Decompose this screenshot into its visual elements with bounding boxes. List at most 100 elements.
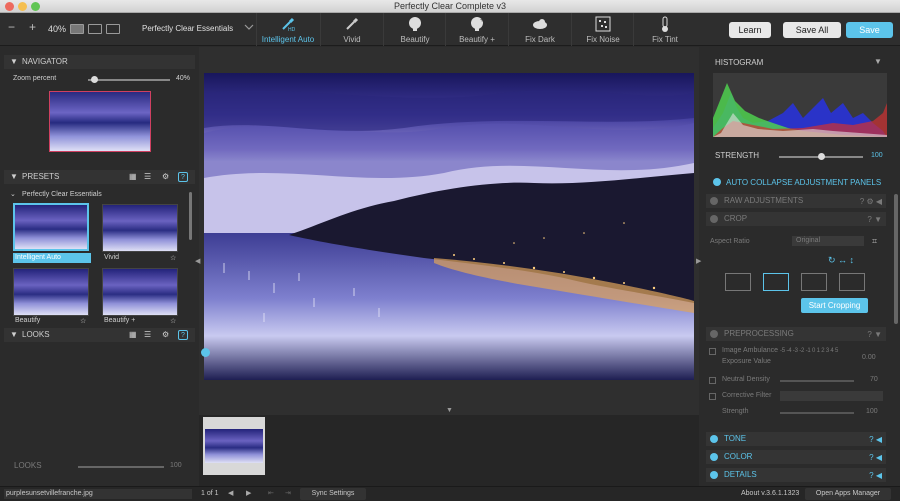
looks-strength-label: LOOKS xyxy=(14,461,42,470)
zoom-slider-knob[interactable] xyxy=(90,76,98,83)
details-header[interactable]: DETAILS ? ◀ xyxy=(706,468,886,482)
raw-adjustments-header[interactable]: RAW ADJUSTMENTS ? ⚙ ◀ xyxy=(706,194,886,208)
strength-slider-knob[interactable] xyxy=(818,153,825,160)
save-button[interactable]: Save xyxy=(846,22,893,38)
preset-thumb-beautify[interactable] xyxy=(13,268,89,316)
face-plus-icon: + xyxy=(446,15,508,33)
help-icon[interactable]: ? ◀ xyxy=(869,469,882,483)
collapse-filmstrip-icon[interactable]: ▼ xyxy=(446,407,453,414)
gear-icon[interactable]: ⚙ xyxy=(162,328,169,342)
histogram-menu-icon[interactable]: ▼ xyxy=(874,57,882,66)
help-icon[interactable]: ? xyxy=(178,172,188,182)
tool-fix-noise[interactable]: Fix Noise xyxy=(571,13,634,46)
filename-field[interactable]: purplesunsetvillefranche.jpg xyxy=(4,489,192,499)
collapse-right-icon[interactable]: ▶ xyxy=(696,257,701,265)
help-icon[interactable]: ? xyxy=(178,330,188,340)
details-toggle[interactable] xyxy=(710,471,718,479)
crop-icon[interactable]: ⌗ xyxy=(872,236,877,247)
diagonal-overlay-icon[interactable] xyxy=(839,273,865,291)
preprocessing-header[interactable]: PREPROCESSING ? ▼ xyxy=(706,327,886,341)
preset-thumb-vivid[interactable] xyxy=(102,204,178,252)
learn-button[interactable]: Learn xyxy=(729,22,771,38)
main-photo[interactable] xyxy=(204,73,694,380)
rotate-icon[interactable]: ↻ ↔ ↕ xyxy=(828,255,854,266)
tone-header[interactable]: TONE ? ◀ xyxy=(706,432,886,446)
tool-fix-dark[interactable]: Fix Dark xyxy=(508,13,571,46)
corrective-filter-checkbox[interactable] xyxy=(709,393,716,400)
preset-group-arrow-icon[interactable]: ⌄ xyxy=(10,190,16,198)
grid-view-icon[interactable]: ▦ xyxy=(129,328,137,342)
help-icon[interactable]: ? ▼ xyxy=(867,213,882,227)
help-icon[interactable]: ? ◀ xyxy=(869,451,882,465)
next-arrow-icon[interactable]: ▶ xyxy=(246,489,251,497)
zoom-out-button[interactable]: − xyxy=(8,20,15,34)
presets-scrollbar[interactable] xyxy=(189,192,192,240)
first-page-icon[interactable]: ⇤ xyxy=(268,489,274,497)
corrective-filter-select[interactable] xyxy=(780,391,883,401)
help-gear-icons[interactable]: ? ⚙ ◀ xyxy=(860,195,882,209)
image-ambulance-checkbox[interactable] xyxy=(709,348,716,355)
open-apps-manager-button[interactable]: Open Apps Manager xyxy=(805,488,891,500)
navigator-preview[interactable] xyxy=(49,91,151,152)
corrective-filter-label: Corrective Filter xyxy=(722,392,772,399)
split-handle-icon[interactable] xyxy=(201,348,210,357)
collapse-left-icon[interactable]: ◀ xyxy=(195,257,200,265)
looks-strength-slider[interactable] xyxy=(78,466,164,468)
filmstrip-item[interactable] xyxy=(203,417,265,475)
minimize-window-button[interactable] xyxy=(18,2,27,11)
navigator-header[interactable]: ▼ NAVIGATOR xyxy=(4,55,195,69)
help-icon[interactable]: ? ◀ xyxy=(869,433,882,447)
raw-toggle[interactable] xyxy=(710,197,718,205)
tool-intelligent-auto[interactable]: HD Intelligent Auto xyxy=(256,13,319,46)
brush-icon xyxy=(321,15,383,33)
favorite-star-icon[interactable]: ☆ xyxy=(80,317,86,325)
zoom-window-button[interactable] xyxy=(31,2,40,11)
tool-beautify[interactable]: + Beautify + xyxy=(445,13,508,46)
list-view-icon[interactable]: ☰ xyxy=(144,328,151,342)
presets-header[interactable]: ▼ PRESETS ▦ ☰ ⚙ ? xyxy=(4,170,195,184)
page-indicator: 1 of 1 xyxy=(201,490,219,497)
right-scrollbar[interactable] xyxy=(894,194,898,324)
last-page-icon[interactable]: ⇥ xyxy=(285,489,291,497)
cf-strength-slider[interactable] xyxy=(780,412,854,414)
zoom-slider[interactable] xyxy=(88,76,170,83)
prev-arrow-icon[interactable]: ◀ xyxy=(228,489,233,497)
crop-header[interactable]: CROP ? ▼ xyxy=(706,212,886,226)
zoom-in-button[interactable]: + xyxy=(29,20,36,34)
list-view-icon[interactable]: ☰ xyxy=(144,170,151,184)
crop-toggle[interactable] xyxy=(710,215,718,223)
color-header[interactable]: COLOR ? ◀ xyxy=(706,450,886,464)
golden-overlay-icon[interactable] xyxy=(801,273,827,291)
color-toggle[interactable] xyxy=(710,453,718,461)
aspect-ratio-select[interactable]: Original xyxy=(792,236,864,246)
grid-overlay-icon[interactable] xyxy=(725,273,751,291)
looks-header[interactable]: ▼ LOOKS ▦ ☰ ⚙ ? xyxy=(4,328,195,342)
split-view-button[interactable] xyxy=(88,24,102,34)
zoom-percent-value: 40% xyxy=(176,75,191,82)
favorite-star-icon[interactable]: ☆ xyxy=(170,254,176,262)
tool-vivid[interactable]: Vivid xyxy=(320,13,383,46)
preprocessing-toggle[interactable] xyxy=(710,330,718,338)
close-window-button[interactable] xyxy=(5,2,14,11)
side-by-side-view-button[interactable] xyxy=(106,24,120,34)
help-icon[interactable]: ? ▼ xyxy=(867,328,882,342)
start-cropping-button[interactable]: Start Cropping xyxy=(801,298,868,313)
strength-slider[interactable] xyxy=(779,153,863,160)
tool-beautify[interactable]: Beautify xyxy=(383,13,446,46)
gear-icon[interactable]: ⚙ xyxy=(162,170,169,184)
chevron-down-icon[interactable] xyxy=(244,23,254,33)
tool-fix-tint[interactable]: Fix Tint xyxy=(633,13,696,46)
single-view-button[interactable] xyxy=(70,24,84,34)
sync-settings-button[interactable]: Sync Settings xyxy=(300,488,366,500)
preset-thumb-intelligent-auto[interactable] xyxy=(13,203,89,251)
neutral-density-slider[interactable] xyxy=(780,380,854,382)
preset-thumb-beautify-plus[interactable] xyxy=(102,268,178,316)
tone-toggle[interactable] xyxy=(710,435,718,443)
save-all-button[interactable]: Save All xyxy=(783,22,841,38)
preset-selector[interactable]: Perfectly Clear Essentials xyxy=(142,24,233,33)
thirds-overlay-icon[interactable] xyxy=(763,273,789,291)
neutral-density-checkbox[interactable] xyxy=(709,377,716,384)
auto-collapse-toggle[interactable] xyxy=(713,178,721,186)
favorite-star-icon[interactable]: ☆ xyxy=(170,317,176,325)
grid-view-icon[interactable]: ▦ xyxy=(129,170,137,184)
